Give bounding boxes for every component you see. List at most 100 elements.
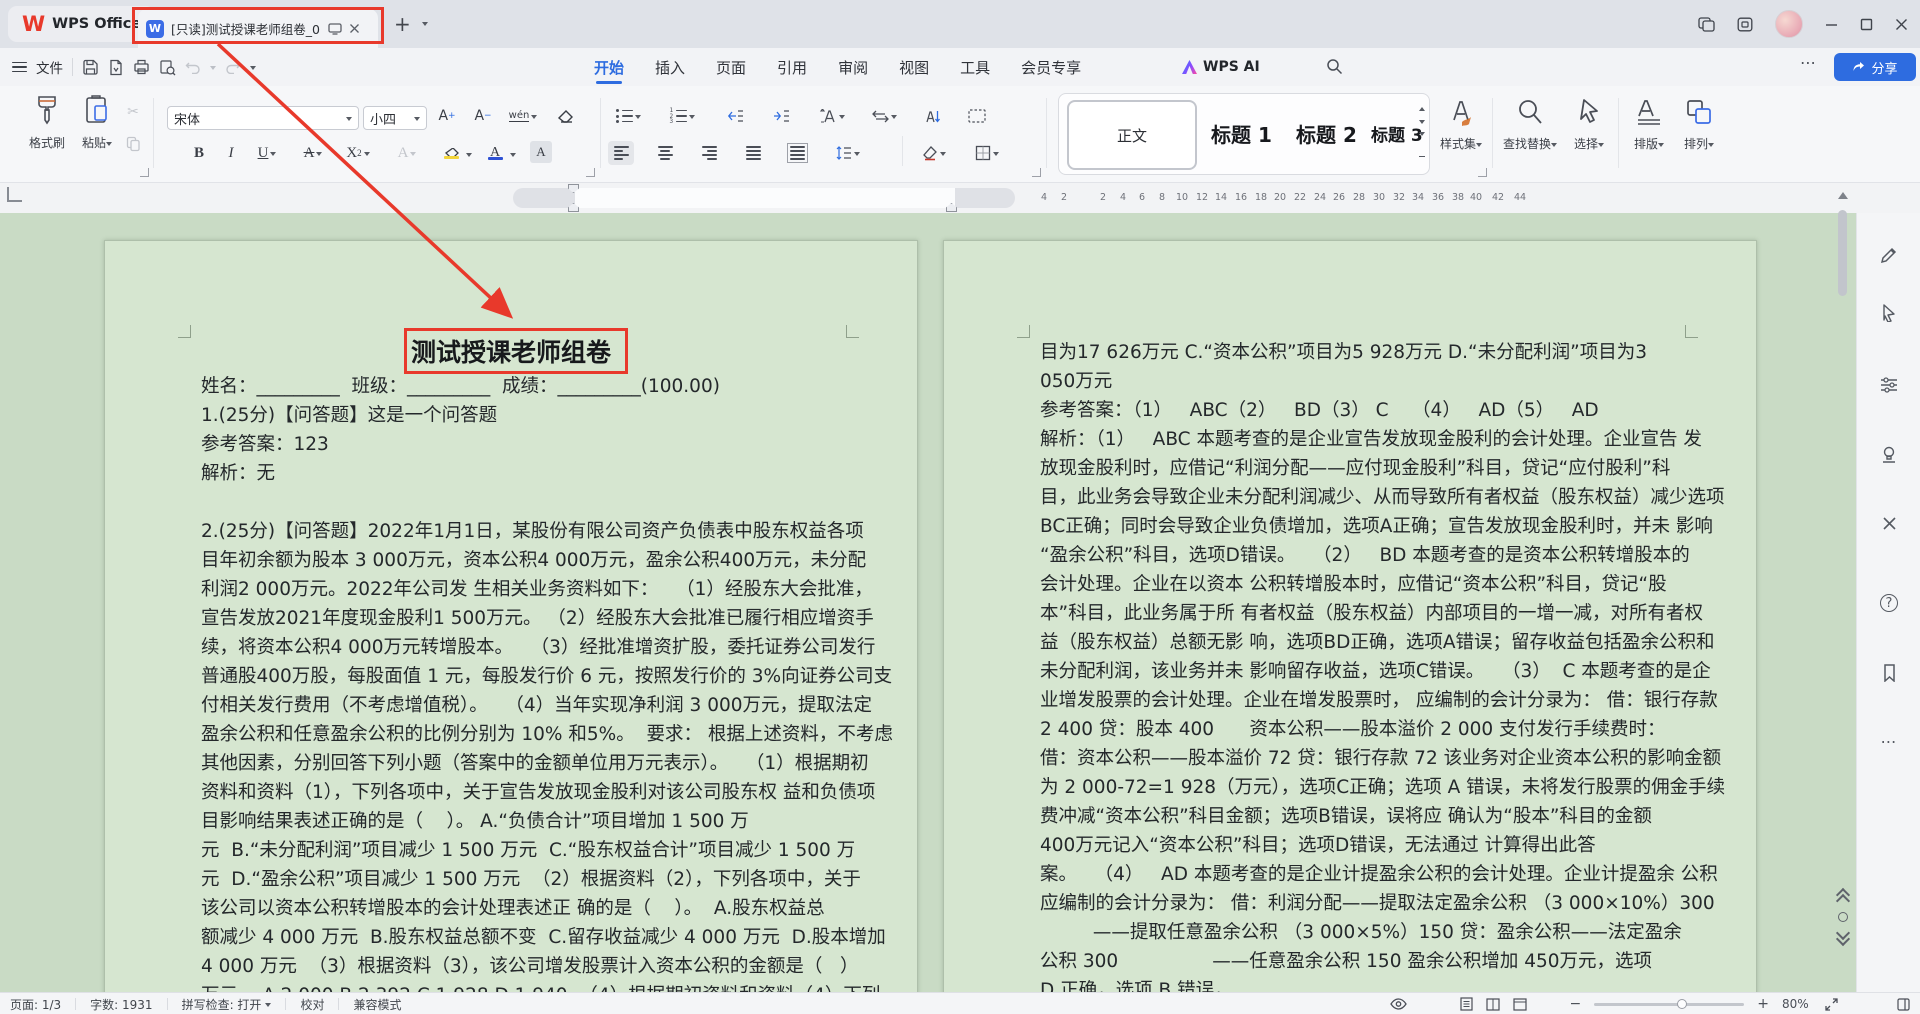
maximize-button[interactable] [1860, 18, 1873, 31]
document-page-1[interactable]: 测试授课老师组卷 姓名：_________ 班级：_________ 成绩：__… [104, 240, 918, 992]
menu-tab[interactable]: 工具 [958, 50, 992, 85]
user-avatar[interactable] [1775, 10, 1803, 38]
document-tab[interactable]: W [只读]测试授课老师组卷_0.do [138, 9, 378, 48]
menu-tab[interactable]: 会员专享 [1019, 50, 1083, 85]
edit-pen-icon[interactable] [1877, 243, 1901, 267]
cut-button[interactable]: ✂ [120, 100, 146, 124]
zoom-in-button[interactable]: + [1757, 996, 1769, 1012]
new-tab-button[interactable]: + [394, 14, 411, 34]
align-justify-button[interactable] [740, 141, 766, 165]
menu-tab[interactable]: 插入 [653, 50, 687, 85]
app-center-icon[interactable] [1737, 17, 1753, 32]
scrollbar-thumb[interactable] [1838, 210, 1847, 296]
document-page-2[interactable]: 目为17 626万元 C.“资本公积”项目为5 928万元 D.“未分配利润”项… [943, 240, 1757, 992]
style-heading1[interactable]: 标题 1 [1211, 94, 1272, 172]
style-normal[interactable]: 正文 [1067, 100, 1197, 170]
page-view-icon[interactable] [1460, 997, 1473, 1011]
arrange-button[interactable]: 排列 [1676, 98, 1722, 152]
style-set-button[interactable]: 样式集 [1432, 98, 1490, 152]
close-tab-icon[interactable] [349, 23, 360, 34]
zoom-out-button[interactable]: − [1570, 996, 1582, 1012]
decrease-indent-button[interactable] [722, 104, 748, 128]
text-direction-button[interactable] [814, 104, 850, 128]
seal-icon[interactable] [1877, 443, 1901, 467]
split-window-icon[interactable] [1698, 17, 1715, 32]
format-painter-button[interactable]: 格式刷 [24, 94, 70, 151]
decrease-font-button[interactable]: A− [470, 104, 496, 128]
print-preview-button[interactable] [159, 59, 176, 76]
file-menu-button[interactable]: 文件 [36, 57, 63, 77]
font-size-select[interactable]: 小四 [363, 106, 427, 130]
style-heading2[interactable]: 标题 2 [1296, 94, 1357, 172]
page-indicator[interactable]: 页面: 1/3 [10, 996, 61, 1013]
highlight-color-button[interactable] [434, 141, 468, 165]
phonetic-guide-button[interactable]: wén [506, 104, 540, 128]
sort-button[interactable] [920, 104, 946, 128]
eye-protection-icon[interactable] [1390, 998, 1407, 1010]
paragraph-layout-button[interactable] [964, 104, 990, 128]
menu-tab[interactable]: 视图 [897, 50, 931, 85]
quickbar-chevron-icon[interactable] [250, 66, 256, 73]
menu-tab[interactable]: 开始 [592, 50, 626, 85]
increase-font-button[interactable]: A+ [434, 104, 460, 128]
search-icon[interactable] [1326, 58, 1343, 75]
rail-more-icon[interactable]: ⋯ [1877, 729, 1901, 753]
borders-button[interactable] [968, 141, 1006, 165]
zoom-slider[interactable] [1594, 1003, 1744, 1006]
web-view-icon[interactable] [1513, 998, 1527, 1011]
select-button[interactable]: 选择 [1566, 98, 1612, 152]
font-name-select[interactable]: 宋体 [167, 106, 359, 130]
typeset-button[interactable]: 排版 [1626, 98, 1672, 152]
cjk-layout-button[interactable] [866, 104, 902, 128]
increase-indent-button[interactable] [768, 104, 794, 128]
styles-group-expander-icon[interactable] [1478, 168, 1487, 177]
word-count[interactable]: 字数: 1931 [90, 996, 152, 1013]
fullscreen-icon[interactable] [1825, 998, 1838, 1011]
zoom-slider-thumb[interactable] [1677, 999, 1687, 1009]
menu-tab[interactable]: 页面 [714, 50, 748, 85]
underline-button[interactable]: U [250, 141, 284, 165]
paste-button[interactable]: 粘贴 [74, 94, 120, 151]
print-button[interactable] [133, 59, 150, 75]
menu-tab[interactable]: 引用 [775, 50, 809, 85]
screen-share-icon[interactable] [328, 23, 342, 35]
shading-button[interactable] [916, 141, 952, 165]
paragraph-group-expander-icon[interactable] [1032, 168, 1041, 177]
char-effect-button[interactable]: A [390, 141, 424, 165]
horizontal-ruler[interactable]: 4 2 2 4 6 8 10 12 14 16 18 20 [513, 188, 1015, 208]
align-right-button[interactable] [696, 141, 722, 165]
spellcheck-toggle[interactable]: 拼写检查: 打开 [182, 996, 272, 1013]
styles-scroll-down-icon[interactable] [1419, 120, 1425, 127]
wps-ai-button[interactable]: WPS AI [1182, 48, 1260, 86]
numbered-list-button[interactable]: 123 [666, 104, 698, 128]
find-replace-button[interactable]: 查找替换 [1498, 98, 1562, 152]
more-options-icon[interactable]: ⋯ [1800, 53, 1817, 72]
undo-chevron-icon[interactable] [210, 66, 216, 73]
select-arrow-icon[interactable] [1877, 301, 1901, 325]
superscript-button[interactable]: X2 [340, 141, 376, 165]
align-center-button[interactable] [652, 141, 678, 165]
clear-format-button[interactable] [552, 104, 578, 128]
formula-x-icon[interactable] [1877, 511, 1901, 535]
properties-sliders-icon[interactable] [1877, 373, 1901, 397]
style-heading3[interactable]: 标题 3 [1371, 94, 1423, 172]
undo-button[interactable] [185, 60, 201, 74]
tab-stop-selector-icon[interactable] [7, 187, 22, 202]
redo-button[interactable] [225, 60, 241, 74]
save-button[interactable] [82, 59, 99, 76]
bold-button[interactable]: B [186, 141, 212, 165]
italic-button[interactable]: I [218, 141, 244, 165]
char-shading-button[interactable]: A [530, 141, 552, 163]
align-distribute-button[interactable] [784, 141, 810, 165]
main-menu-icon[interactable] [12, 62, 27, 73]
export-pdf-button[interactable] [108, 59, 124, 76]
zoom-level[interactable]: 80% [1782, 997, 1812, 1011]
strikethrough-button[interactable]: A [296, 141, 330, 165]
next-page-button[interactable] [1838, 928, 1848, 944]
line-spacing-button[interactable] [830, 141, 866, 165]
styles-open-gallery-icon[interactable] [1419, 136, 1425, 157]
minimize-button[interactable] [1825, 18, 1838, 31]
tab-list-chevron-icon[interactable] [422, 22, 428, 29]
font-color-chevron-icon[interactable] [510, 153, 516, 160]
scroll-up-icon[interactable] [1838, 192, 1848, 199]
